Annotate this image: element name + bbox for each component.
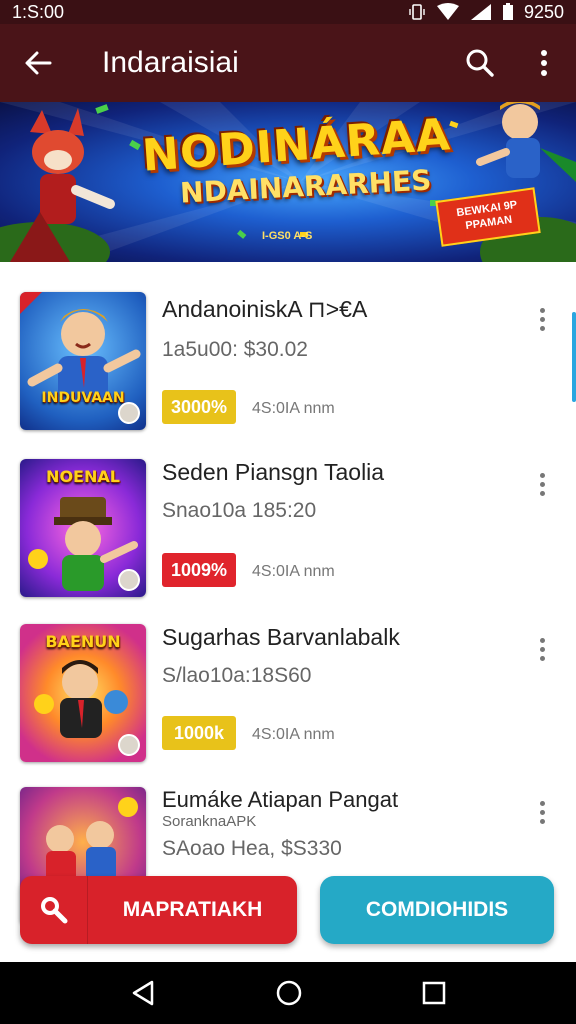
item-subtitle: 1a5u00: $30.02 xyxy=(162,338,308,361)
nav-recents-icon[interactable] xyxy=(422,981,446,1005)
app-bar: Indaraisiai xyxy=(0,24,576,102)
status-time: 1:S:00 xyxy=(12,1,65,22)
back-arrow-icon xyxy=(25,51,52,75)
app-thumbnail: NOENAL xyxy=(20,459,146,597)
app-thumbnail: INDUVAAN xyxy=(20,292,146,430)
item-title: Sugarhas Barvanlabalk xyxy=(162,624,400,650)
status-icons: 9250 xyxy=(408,2,564,23)
item-meta: 4S:0IA nnm xyxy=(252,563,335,580)
vibrate-icon xyxy=(409,4,425,20)
item-title: AndanoiniskA ⊓>€A xyxy=(162,296,368,322)
item-title: Seden Piansgn Taolia xyxy=(162,459,385,485)
battery-icon xyxy=(502,3,513,20)
list-item[interactable]: BAENUN Sugarhas Barvanlabalk S/lao10a:18… xyxy=(0,592,576,762)
app-thumbnail: BAENUN xyxy=(20,624,146,762)
wifi-icon xyxy=(436,3,459,20)
thumbnail-title: NOENAL xyxy=(46,467,120,486)
developer-avatar xyxy=(118,402,140,424)
status-bar: 1:S:00 9250 xyxy=(0,0,576,24)
search-button[interactable] xyxy=(448,24,512,102)
overflow-menu-button[interactable] xyxy=(512,24,576,102)
thumbnail-title: BAENUN xyxy=(45,632,121,651)
nav-back-icon[interactable] xyxy=(130,979,156,1007)
item-more-button[interactable] xyxy=(530,634,554,664)
item-more-button[interactable] xyxy=(530,304,554,334)
item-subtitle: SAoao Hea, $S330 xyxy=(162,837,342,860)
rating-pill: 1009% xyxy=(162,553,236,587)
rating-pill: 1000k xyxy=(162,716,236,750)
page-title: Indaraisiai xyxy=(102,46,239,79)
item-more-button[interactable] xyxy=(530,797,554,827)
more-vert-icon xyxy=(539,800,545,806)
status-right-text: 9250 xyxy=(523,1,564,22)
more-vert-icon xyxy=(539,472,545,478)
item-more-button[interactable] xyxy=(530,469,554,499)
item-subtitle-small: SoranknaAPK xyxy=(162,813,257,830)
item-meta: 4S:0IA nnm xyxy=(252,726,335,743)
scrollbar[interactable] xyxy=(572,312,576,402)
search-icon xyxy=(466,49,494,77)
item-meta: 4S:0IA nnm xyxy=(252,400,335,417)
primary-action-label: MAPRATIAKH xyxy=(122,898,263,921)
developer-avatar xyxy=(118,569,140,591)
secondary-action-button[interactable]: COMDIOHIDIS xyxy=(320,876,554,944)
back-button[interactable] xyxy=(0,24,76,102)
rating-pill: 3000% xyxy=(162,390,236,424)
more-vert-icon xyxy=(539,637,545,643)
list-item[interactable]: INDUVAAN AndanoiniskA ⊓>€A 1a5u00: $30.0… xyxy=(0,262,576,430)
system-nav-bar xyxy=(0,962,576,1024)
more-vert-icon xyxy=(541,50,547,76)
list-item[interactable]: NOENAL Seden Piansgn Taolia Snao10a 185:… xyxy=(0,427,576,597)
more-vert-icon xyxy=(539,307,545,313)
primary-action-button[interactable]: MAPRATIAKH xyxy=(20,876,297,944)
promo-banner[interactable]: NODINÁRAA NDAINARARHES I-GS0 A-S BEWKAI … xyxy=(0,102,576,262)
banner-small-text: I-GS0 A-S xyxy=(262,230,313,242)
developer-avatar xyxy=(118,734,140,756)
item-title: Eumáke Atiapan Pangat xyxy=(162,787,399,812)
nav-home-icon[interactable] xyxy=(275,979,303,1007)
signal-icon xyxy=(470,4,491,20)
item-subtitle: Snao10a 185:20 xyxy=(162,499,317,522)
search-icon xyxy=(20,876,88,944)
item-subtitle: S/lao10a:18S60 xyxy=(162,664,312,687)
